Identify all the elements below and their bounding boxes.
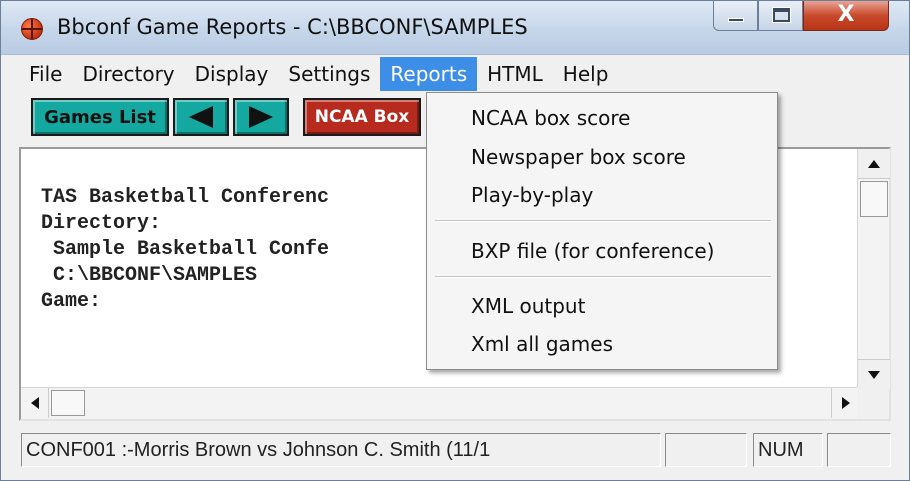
menu-html[interactable]: HTML (477, 57, 553, 91)
status-bar: CONF001 :-Morris Brown vs Johnson C. Smi… (19, 429, 891, 469)
menu-help[interactable]: Help (553, 57, 619, 91)
vertical-scrollbar[interactable] (857, 149, 890, 389)
close-button[interactable]: X (803, 1, 889, 31)
window-title: Bbconf Game Reports - C:\BBCONF\SAMPLES (57, 15, 528, 39)
menu-directory[interactable]: Directory (72, 57, 184, 91)
menu-reports[interactable]: Reports (380, 57, 478, 91)
menu-settings[interactable]: Settings (278, 57, 380, 91)
status-panel-empty (665, 433, 747, 467)
horizontal-scroll-thumb[interactable] (51, 390, 85, 416)
arrow-down-icon (868, 370, 880, 379)
previous-game-button[interactable] (173, 98, 229, 136)
menu-item-bxp-file[interactable]: BXP file (for conference) (471, 236, 714, 266)
scrollbar-corner (857, 387, 889, 419)
status-game-panel: CONF001 :-Morris Brown vs Johnson C. Smi… (21, 433, 661, 467)
scroll-down-button[interactable] (858, 359, 890, 389)
next-game-button[interactable] (233, 98, 289, 136)
vertical-scroll-thumb[interactable] (860, 181, 888, 217)
menu-item-xml-output[interactable]: XML output (471, 291, 585, 321)
minimize-button[interactable] (713, 1, 758, 31)
minimize-icon (728, 18, 744, 22)
scroll-left-button[interactable] (21, 388, 49, 418)
scroll-up-button[interactable] (858, 149, 890, 179)
maximize-icon (772, 7, 791, 23)
reports-dropdown-menu: NCAA box score Newspaper box score Play-… (426, 92, 778, 370)
arrow-left-small-icon (30, 397, 39, 409)
maximize-button[interactable] (758, 1, 803, 31)
menu-separator (435, 276, 771, 278)
menu-item-newspaper-box-score[interactable]: Newspaper box score (471, 142, 686, 172)
ncaa-box-button[interactable]: NCAA Box (303, 98, 421, 136)
status-panel-empty-2 (827, 433, 891, 467)
horizontal-scrollbar[interactable] (21, 387, 859, 419)
menu-display[interactable]: Display (185, 57, 279, 91)
arrow-left-icon (189, 106, 213, 128)
close-icon: X (837, 2, 855, 27)
caption-buttons: X (713, 1, 889, 35)
menu-file[interactable]: File (19, 57, 72, 91)
menu-item-ncaa-box-score[interactable]: NCAA box score (471, 103, 630, 133)
arrow-right-icon (249, 106, 273, 128)
games-list-button[interactable]: Games List (31, 98, 169, 136)
menu-bar: File Directory Display Settings Reports … (19, 57, 891, 91)
menu-separator (435, 220, 771, 222)
arrow-right-small-icon (841, 397, 850, 409)
arrow-up-icon (868, 159, 880, 168)
title-bar[interactable]: Bbconf Game Reports - C:\BBCONF\SAMPLES … (1, 1, 909, 55)
scroll-right-button[interactable] (831, 388, 859, 418)
basketball-icon[interactable] (21, 18, 43, 40)
menu-item-xml-all-games[interactable]: Xml all games (471, 329, 613, 359)
status-num-lock: NUM (753, 433, 823, 467)
app-window: Bbconf Game Reports - C:\BBCONF\SAMPLES … (0, 0, 910, 481)
menu-item-play-by-play[interactable]: Play-by-play (471, 180, 593, 210)
